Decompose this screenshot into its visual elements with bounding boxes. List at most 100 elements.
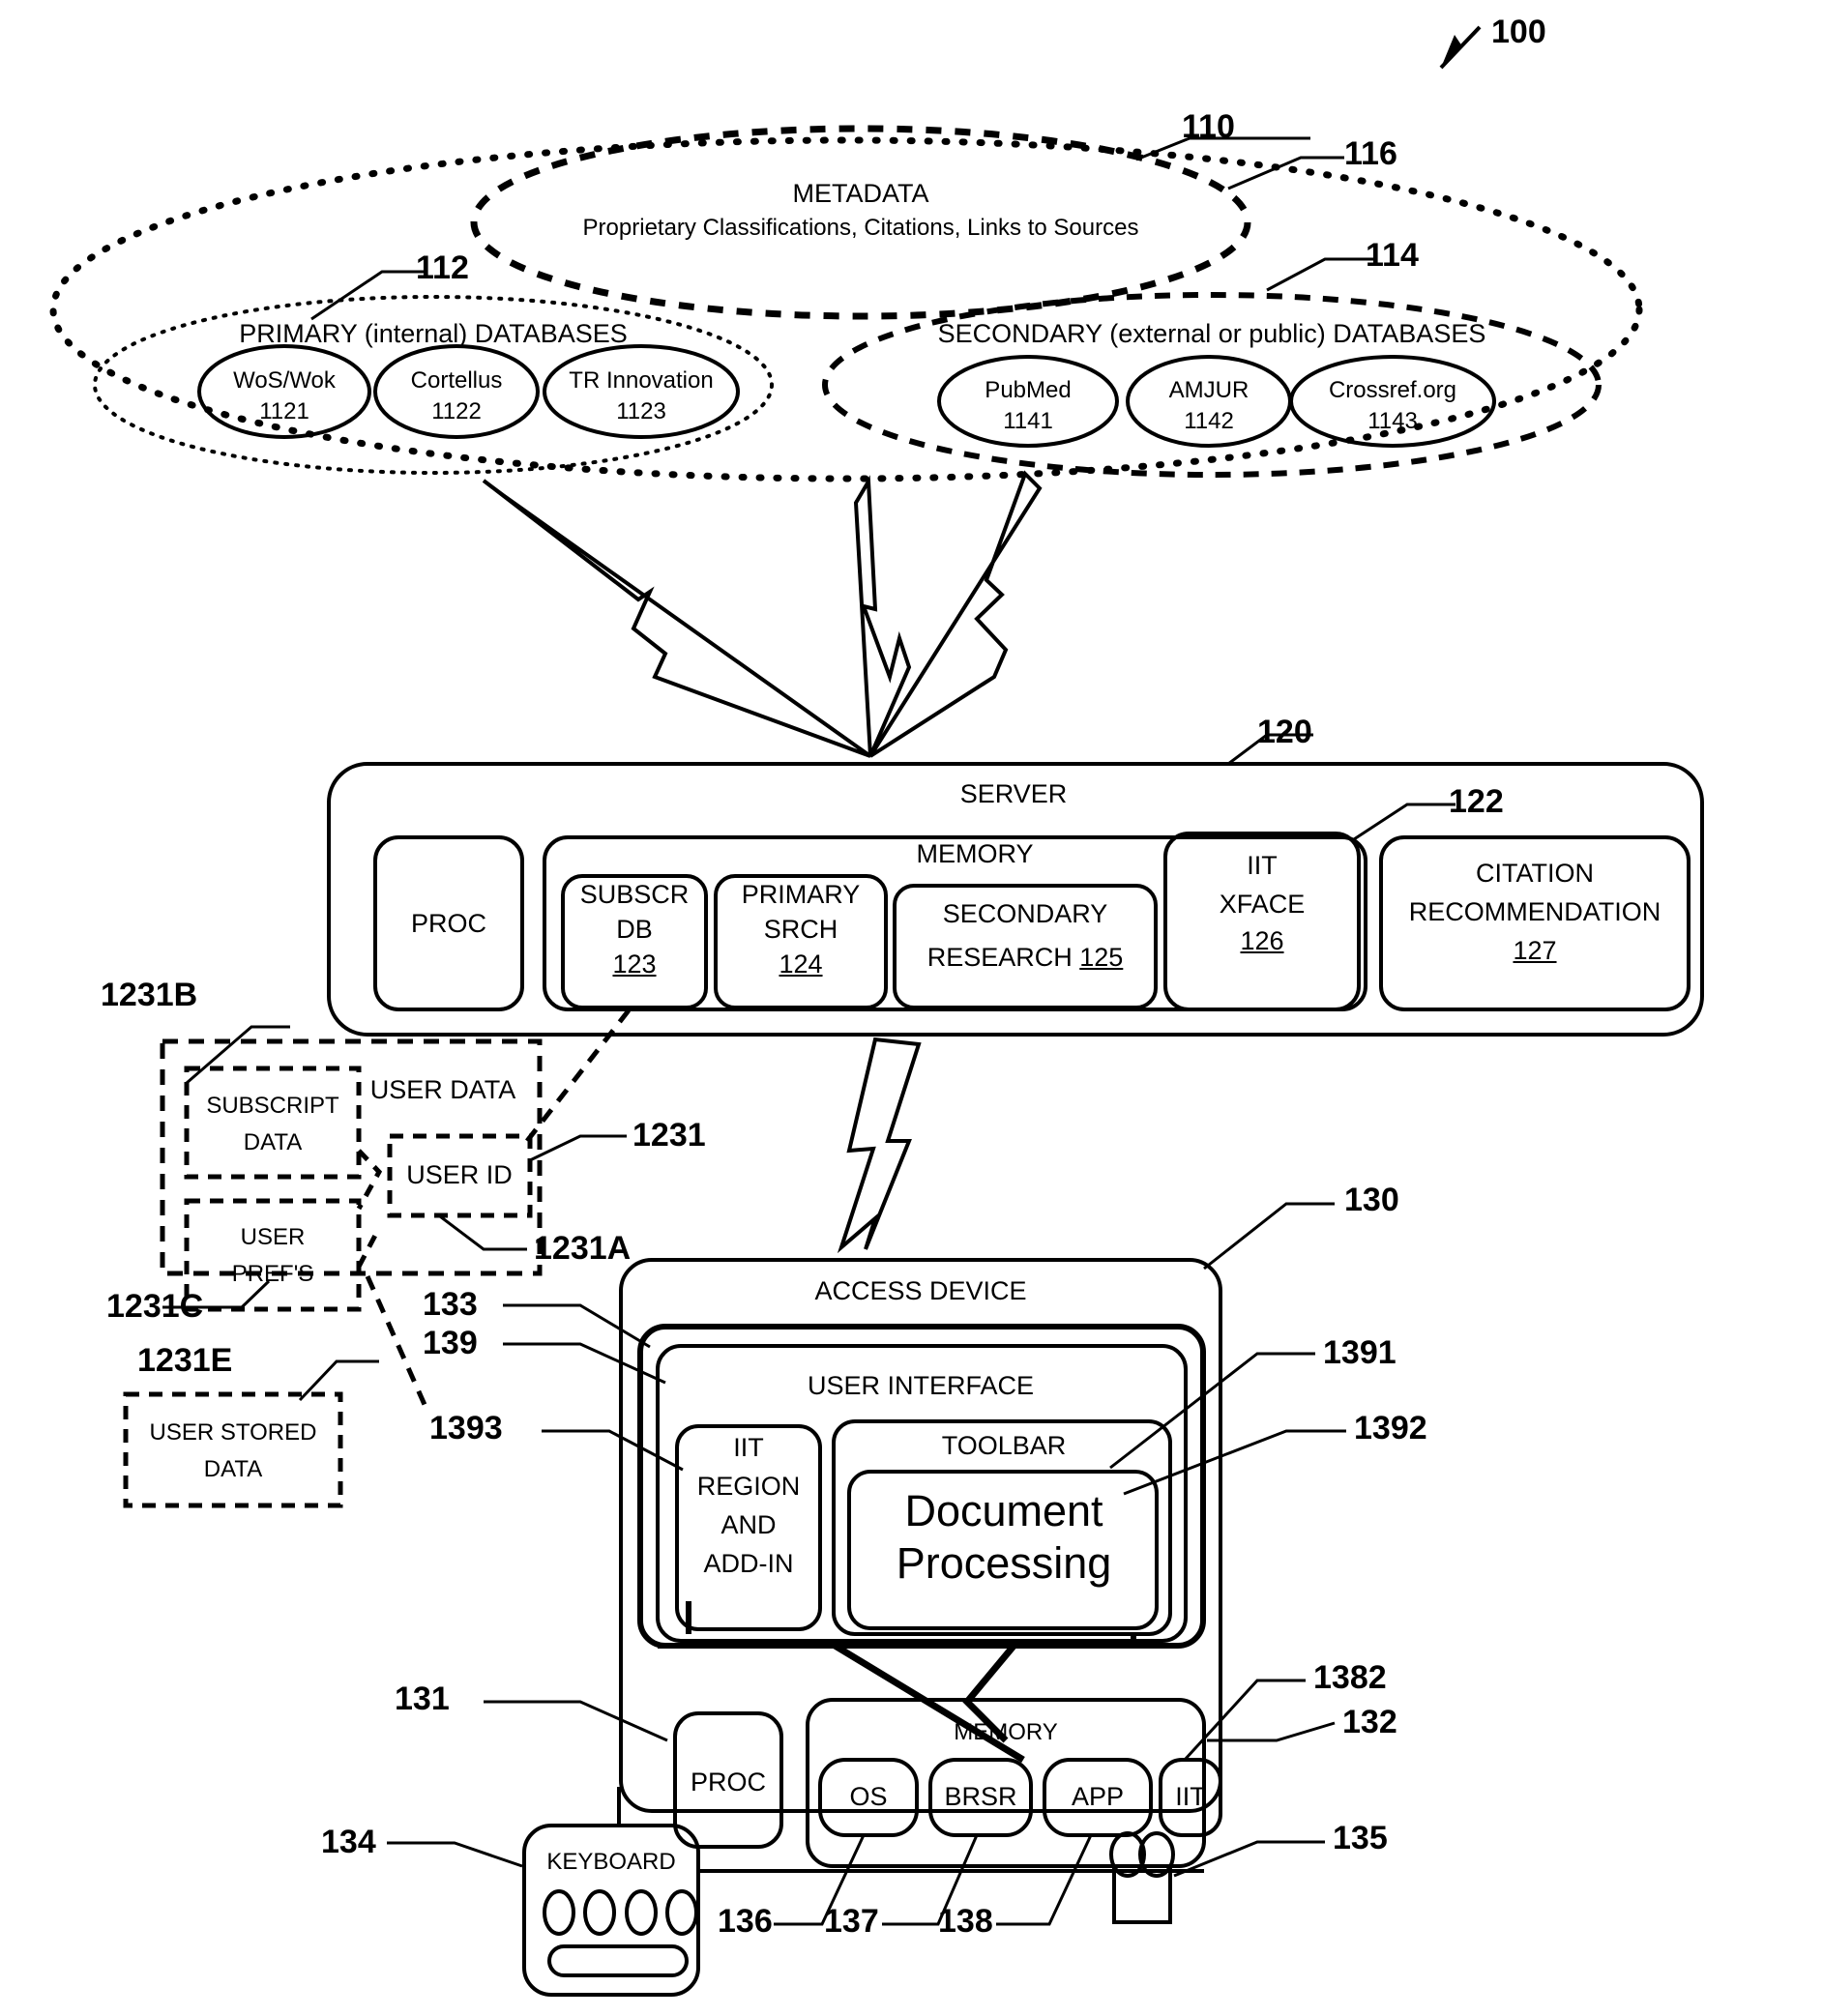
iit-region-line2: REGION: [696, 1472, 801, 1501]
ref-1231C: 1231C: [106, 1288, 204, 1325]
keyboard-spacebar: [547, 1944, 689, 1977]
module-iit-xface-line1: IIT: [1247, 851, 1278, 880]
module-subscr-db-num: 123: [612, 950, 657, 979]
ref-100-arrow: [1439, 25, 1482, 70]
leader-132: [1207, 1721, 1336, 1742]
device-module-brsr: BRSR: [944, 1782, 1017, 1811]
module-subscr-db-line1: SUBSCR: [579, 880, 690, 909]
db-wos-num: 1121: [259, 398, 309, 424]
db-pubmed-name: PubMed: [985, 377, 1072, 403]
iit-region-line4: ADD-IN: [703, 1549, 794, 1578]
db-wos-name: WoS/Wok: [233, 367, 336, 394]
ref-1231: 1231: [632, 1117, 706, 1154]
device-module-iit: IIT: [1175, 1782, 1206, 1811]
user-stored-data-box-1231E: [123, 1391, 343, 1508]
userid-to-subscrdb-line: [525, 1008, 631, 1143]
ref-1393: 1393: [429, 1410, 503, 1446]
iit-region-line1: IIT: [733, 1433, 764, 1462]
leader-1231A: [439, 1214, 527, 1251]
module-secondary-research-line2: RESEARCH 125: [927, 943, 1124, 973]
access-device-title: ACCESS DEVICE: [814, 1276, 1027, 1305]
toolbar-label: TOOLBAR: [941, 1431, 1067, 1460]
db-trinnovation-num: 1123: [616, 398, 666, 424]
module-primary-srch-line2: SRCH: [763, 915, 838, 944]
primary-databases-title: PRIMARY (internal) DATABASES: [239, 319, 628, 348]
server-proc-label: PROC: [410, 909, 487, 938]
ref-131: 131: [395, 1680, 450, 1717]
ref-133: 133: [423, 1286, 478, 1323]
db-amjur-num: 1142: [1184, 408, 1234, 434]
lightning-bolt-server-device: [837, 1037, 922, 1254]
user-prefs-connector: [356, 1226, 382, 1269]
ref-135: 135: [1333, 1820, 1388, 1856]
iit-region-line3: AND: [720, 1510, 777, 1539]
ref-114: 114: [1366, 237, 1419, 274]
ref-116: 116: [1344, 135, 1397, 172]
leader-114: [1266, 257, 1373, 292]
ref-132: 132: [1342, 1704, 1397, 1740]
lightning-bolts-cloud-server: [482, 470, 1043, 758]
secondary-databases-title: SECONDARY (external or public) DATABASES: [937, 319, 1486, 348]
leader-1393: [542, 1429, 684, 1472]
subscript-data-box-1231B: [184, 1066, 362, 1180]
user-data-connector: [356, 1149, 383, 1211]
citation-rec-num: 127: [1513, 936, 1557, 965]
leader-130: [1203, 1202, 1335, 1271]
ref-139: 139: [423, 1325, 478, 1361]
user-stored-line1: USER STORED: [149, 1419, 317, 1446]
server-title: SERVER: [959, 779, 1068, 808]
ref-100: 100: [1491, 14, 1546, 50]
userdata-down-line: [365, 1274, 428, 1409]
module-subscr-db-line2: DB: [616, 915, 653, 944]
ref-1231A: 1231A: [534, 1230, 632, 1267]
ref-112: 112: [416, 249, 469, 286]
ref-1391: 1391: [1323, 1334, 1397, 1371]
ref-130: 130: [1344, 1182, 1399, 1218]
leader-134: [387, 1841, 523, 1868]
ref-1231E: 1231E: [137, 1342, 233, 1379]
module-primary-srch-num: 124: [779, 950, 823, 979]
user-prefs-box-1231C: [184, 1198, 362, 1312]
ref-1392: 1392: [1354, 1410, 1427, 1446]
leader-1391: [1109, 1352, 1315, 1470]
db-cortellus-name: Cortellus: [410, 367, 503, 394]
patent-figure: 100 110 116 112 114 120 122 1231B 1231 1…: [0, 0, 1823, 2016]
leader-112: [310, 270, 427, 321]
device-proc-label: PROC: [690, 1768, 767, 1797]
ref-137: 137: [824, 1903, 879, 1940]
ref-122: 122: [1449, 783, 1504, 820]
user-prefs-line2: PREF'S: [231, 1261, 314, 1287]
citation-rec-line1: CITATION: [1476, 859, 1594, 888]
figure-linework: [49, 25, 1704, 1997]
keyboard-key-4: [665, 1889, 698, 1936]
document-processing-line1: Document: [904, 1486, 1103, 1535]
device-memory-title: MEMORY: [954, 1719, 1058, 1745]
leader-1231B: [186, 1025, 290, 1085]
metadata-subtitle: Proprietary Classifications, Citations, …: [582, 215, 1139, 241]
module-secondary-research-line2-text: RESEARCH: [926, 943, 1073, 972]
module-secondary-research-num: 125: [1079, 943, 1124, 972]
user-id-label: USER ID: [406, 1160, 513, 1189]
document-processing-line2: Processing: [896, 1538, 1112, 1588]
ref-1231B: 1231B: [101, 977, 198, 1013]
db-amjur-name: AMJUR: [1168, 377, 1250, 403]
user-stored-line2: DATA: [203, 1456, 263, 1482]
leader-133: [503, 1303, 651, 1349]
leader-131: [484, 1700, 668, 1742]
keyboard-key-1: [543, 1889, 575, 1936]
subscript-data-line2: DATA: [243, 1129, 303, 1155]
leader-1392: [1123, 1429, 1346, 1496]
db-pubmed-num: 1141: [1003, 408, 1053, 434]
ref-138: 138: [938, 1903, 993, 1940]
leader-1231: [529, 1134, 627, 1162]
ref-1382: 1382: [1313, 1659, 1387, 1696]
user-data-title: USER DATA: [369, 1075, 516, 1104]
device-module-app: APP: [1071, 1782, 1125, 1811]
db-crossref-name: Crossref.org: [1328, 377, 1457, 403]
ref-136: 136: [718, 1903, 773, 1940]
module-secondary-research-line1: SECONDARY: [942, 899, 1108, 928]
db-crossref-num: 1143: [1367, 408, 1418, 434]
user-interface-title: USER INTERFACE: [807, 1371, 1035, 1400]
server-memory-title: MEMORY: [916, 839, 1034, 868]
device-module-os: OS: [849, 1782, 888, 1811]
